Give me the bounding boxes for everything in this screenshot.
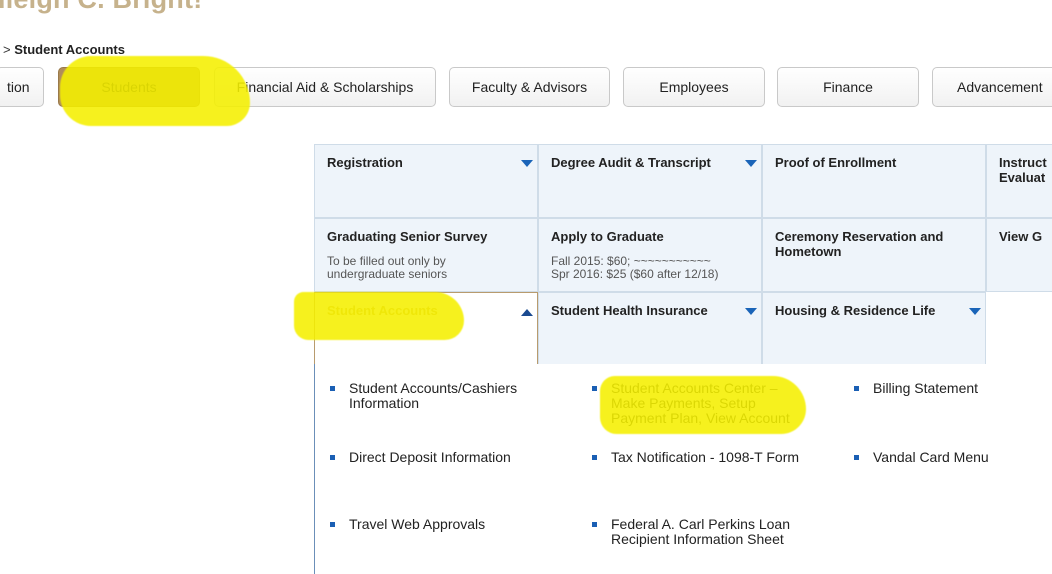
menu-cell-housing-residence-life[interactable]: Housing & Residence Life — [762, 292, 986, 365]
link-perkins-loan[interactable]: Federal A. Carl Perkins Loan Recipient I… — [587, 517, 790, 547]
menu-cell-title: Graduating Senior Survey — [327, 229, 488, 244]
link-line: Tax Notification - 1098-T Form — [611, 449, 800, 465]
link-line: Direct Deposit Information — [349, 449, 511, 465]
chevron-down-icon[interactable] — [745, 308, 757, 315]
tab-advancement[interactable]: Advancement — [932, 67, 1052, 107]
menu-cell-title: View G — [999, 229, 1043, 244]
menu-cell-title: Instruct Evaluat — [999, 155, 1047, 185]
breadcrumb-current: Student Accounts — [14, 42, 125, 57]
tab-partial-left[interactable]: tion — [0, 67, 44, 107]
menu-cell-ceremony-reservation[interactable]: Ceremony Reservation and Hometown — [762, 218, 986, 292]
menu-cell-graduating-senior-survey[interactable]: Graduating Senior Survey To be filled ou… — [314, 218, 538, 292]
menu-cell-title: Degree Audit & Transcript — [551, 155, 711, 170]
menu-cell-subtitle: To be filled out only by undergraduate s… — [327, 254, 448, 281]
menu-cell-apply-to-graduate[interactable]: Apply to Graduate Fall 2015: $60; ~~~~~~… — [538, 218, 762, 292]
link-line: Student Accounts Center – — [611, 380, 778, 396]
fee-line-spring: Spr 2016: $25 ($60 after 12/18) — [551, 267, 719, 281]
menu-cell-title: Registration — [327, 155, 403, 170]
tab-finance[interactable]: Finance — [777, 67, 919, 107]
menu-cell-title: Student Accounts — [327, 303, 438, 318]
link-tax-notification[interactable]: Tax Notification - 1098-T Form — [587, 450, 799, 465]
menu-cell-student-accounts[interactable]: Student Accounts — [314, 292, 538, 365]
tab-financial-aid[interactable]: Financial Aid & Scholarships — [214, 67, 436, 107]
link-direct-deposit[interactable]: Direct Deposit Information — [325, 450, 511, 465]
menu-cell-degree-audit[interactable]: Degree Audit & Transcript — [538, 144, 762, 218]
link-line: Student Accounts/Cashiers — [349, 380, 518, 396]
chevron-down-icon[interactable] — [969, 308, 981, 315]
link-line: Make Payments, Setup — [611, 395, 756, 411]
menu-cell-registration[interactable]: Registration — [314, 144, 538, 218]
menu-cell-student-health-insurance[interactable]: Student Health Insurance — [538, 292, 762, 365]
link-line: Information — [349, 395, 420, 411]
link-line: Billing Statement — [873, 380, 979, 396]
chevron-down-icon[interactable] — [745, 160, 757, 167]
link-line: Vandal Card Menu — [873, 449, 989, 465]
menu-cell-subtitle: Fall 2015: $60; ~~~~~~~~~~~ Spr 2016: $2… — [551, 255, 749, 281]
breadcrumb-separator: > — [3, 42, 11, 57]
link-line: Recipient Information Sheet — [611, 531, 784, 547]
student-accounts-dropdown: Student Accounts/Cashiers Information St… — [314, 364, 1052, 574]
link-line: Payment Plan, View Account — [611, 410, 790, 426]
link-line: Travel Web Approvals — [349, 516, 486, 532]
menu-cell-title: Student Health Insurance — [551, 303, 708, 318]
link-billing-statement[interactable]: Billing Statement — [849, 381, 978, 396]
menu-cell-title: Proof of Enrollment — [775, 155, 897, 170]
link-cashiers-information[interactable]: Student Accounts/Cashiers Information — [325, 381, 517, 411]
breadcrumb: > Student Accounts — [3, 42, 125, 57]
menu-cell-title: Housing & Residence Life — [775, 303, 936, 318]
greeting-heading: ileigh C. Bright! — [0, 0, 202, 15]
link-travel-web-approvals[interactable]: Travel Web Approvals — [325, 517, 485, 532]
link-vandal-card-menu[interactable]: Vandal Card Menu — [849, 450, 989, 465]
menu-cell-instructor-evaluation[interactable]: Instruct Evaluat — [986, 144, 1052, 218]
chevron-down-icon[interactable] — [521, 160, 533, 167]
tab-students[interactable]: Students — [58, 67, 200, 107]
link-line: Federal A. Carl Perkins Loan — [611, 516, 790, 532]
tab-faculty-advisors[interactable]: Faculty & Advisors — [449, 67, 610, 107]
menu-cell-view-grades[interactable]: View G — [986, 218, 1052, 292]
menu-cell-proof-of-enrollment[interactable]: Proof of Enrollment — [762, 144, 986, 218]
menu-cell-title: Ceremony Reservation and Hometown — [775, 229, 944, 259]
tab-employees[interactable]: Employees — [623, 67, 765, 107]
chevron-up-icon[interactable] — [521, 309, 533, 316]
link-student-accounts-center[interactable]: Student Accounts Center – Make Payments,… — [587, 381, 790, 426]
menu-cell-title: Apply to Graduate — [551, 229, 664, 244]
